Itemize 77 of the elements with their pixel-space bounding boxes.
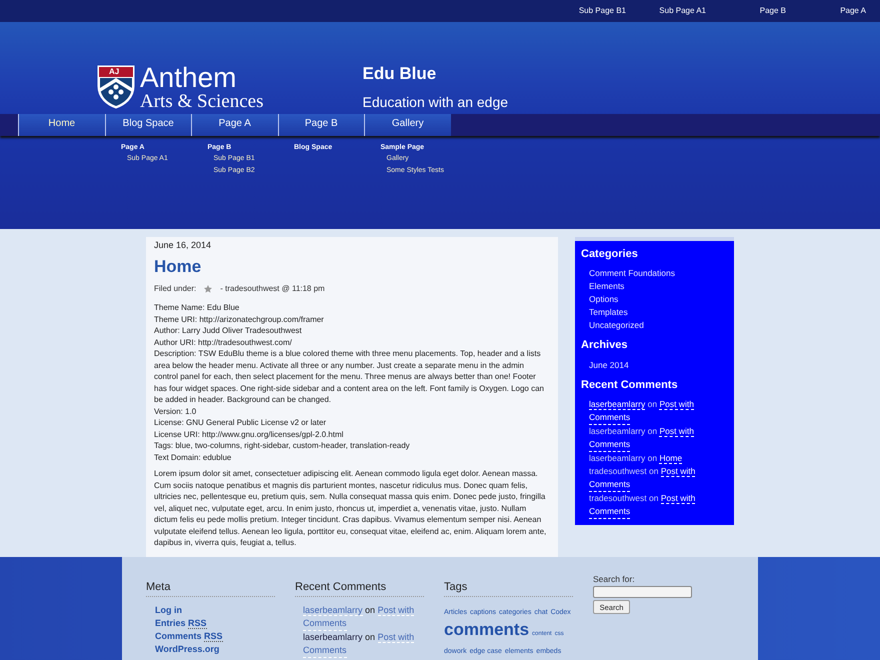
top-menu-link[interactable]: Sub Page A1 (626, 4, 706, 17)
post-date: June 16, 2014 (154, 238, 212, 252)
post-link[interactable]: Comments (589, 505, 630, 519)
category-link[interactable]: Uncategorized (589, 319, 728, 332)
footer-heading: Recent Comments (295, 578, 424, 597)
theme-info-line: Author: Larry Judd Oliver Tradesouthwest (154, 325, 303, 336)
category-link[interactable]: Comment Foundations (589, 267, 728, 280)
meta-link[interactable]: Log in (155, 604, 275, 617)
category-link[interactable]: Options (589, 293, 728, 306)
star-icon (204, 285, 212, 293)
theme-info-line: License URI: http://www.gnu.org/licenses/gpl-2.0.html (154, 428, 344, 440)
post-link[interactable]: Comments (589, 438, 630, 452)
on-text: on (648, 453, 658, 463)
post-meta: - tradesouthwest @ 11:18 pm (220, 283, 325, 295)
post-link[interactable]: Comments (589, 411, 630, 425)
footer-heading: Meta (146, 578, 275, 597)
post-link[interactable]: Post with (378, 632, 414, 643)
author-link[interactable]: tradesouthwest (589, 493, 647, 503)
post-link[interactable]: Comments (303, 644, 347, 658)
logo-badge-text: AJ (109, 66, 120, 77)
site-title: Edu Blue (362, 64, 438, 84)
post-link[interactable]: Post with (660, 466, 696, 477)
author-link[interactable]: laserbeamlarry (303, 605, 363, 616)
author-link[interactable]: laserbeamlarry (589, 399, 646, 410)
category-link[interactable]: Elements (589, 280, 728, 293)
theme-info-line: Version: 1.0 (154, 406, 198, 417)
nav-tab[interactable]: Home (18, 114, 104, 136)
logo-title: Anthem (140, 64, 238, 92)
theme-info-line: Theme Name: Edu Blue (154, 302, 240, 314)
shield-logo-icon (96, 64, 136, 110)
sidebar-heading: Recent Comments (581, 378, 679, 392)
site-tagline: Education with an edge (362, 92, 508, 112)
search-label: Search for: (593, 572, 636, 586)
on-text: on (648, 426, 658, 436)
author-link[interactable]: laserbeamlarry (303, 632, 363, 642)
nav-tab[interactable]: Page B (278, 114, 364, 136)
post-link[interactable]: Post with (659, 426, 694, 437)
top-menu-link[interactable]: Page A (786, 4, 866, 17)
filed-under-label: Filed under: (154, 283, 196, 295)
search-field[interactable] (593, 586, 692, 598)
on-text: on (365, 605, 376, 615)
archive-link[interactable]: June 2014 (589, 358, 728, 372)
meta-link[interactable]: WordPress.org (155, 643, 275, 656)
top-menu-link[interactable]: Page B (706, 4, 786, 17)
nav-tab[interactable]: Gallery (364, 114, 450, 136)
top-menu-link[interactable]: Sub Page B1 (546, 4, 626, 17)
theme-info-line: Theme URI: http://arizonatechgroup.com/framer (154, 314, 325, 325)
theme-info-line: Text Domain: edublue (154, 452, 232, 463)
theme-info-line: License: GNU General Public License v2 or later (154, 417, 328, 428)
author-link[interactable]: laserbeamlarry (589, 453, 646, 463)
nav-tab[interactable]: Page A (191, 114, 278, 136)
post-title: Home (154, 257, 202, 277)
post-link[interactable]: Post with (659, 399, 694, 410)
post-link[interactable]: Home (659, 453, 682, 464)
footer-heading: Tags (444, 578, 573, 597)
meta-link[interactable]: Comments RSS (155, 630, 275, 643)
author-link[interactable]: tradesouthwest (589, 466, 647, 476)
category-link[interactable]: Templates (589, 306, 728, 319)
sidebar-heading: Categories (581, 246, 639, 262)
theme-info-line: Tags: blue, two-columns, right-sidebar, custom-header, translation-ready (154, 440, 411, 452)
logo-subtitle: Arts & Sciences (140, 92, 264, 112)
theme-info-line: Description: TSW EduBlu theme is a blue colored theme with three menu placements. Top, header and a lists area below the header menu. Activate all three or any number. Just create a separate menu in the admin control panel for each, then select placement for the menu. Three menus are always better than one! Footer has four widget spaces. One right-side sidebar and a content area on the left. Font family is Oxygen. Logo can be added in header. Background can be changed. (154, 348, 545, 406)
on-text: on (649, 466, 658, 476)
post-paragraph: Lorem ipsum dolor sit amet, consectetuer adipiscing elit. Aenean commodo ligula eget dolor. Aenean massa. Cum sociis natoque penatibus et magnis dis parturient montes, nascetur ridiculus mus. Donec quam felis, ultricies nec, pellentesque eu, pretium quis, sem. Nulla consequat massa quis enim. Donec pede justo, fringilla vel, aliquet nec, vulputate eget, arcu. In enim justo, rhoncus ut, imperdiet a, venenatis vitae, justo. Nullam dictum felis eu pede mollis pretium. Integer tincidunt. Cras dapibus. Vivamus elementum semper nisi. Aenean vulputate eleifend tellus. Aenean leo ligula, porttitor eu, consequat vitae, eleifend ac, enim. Aliquam lorem ante, dapibus in, viverra quis, feugiat a, tellus. (154, 468, 548, 548)
post-link[interactable]: Comments (589, 478, 630, 492)
author-link[interactable]: laserbeamlarry (589, 426, 646, 436)
on-text: on (648, 399, 658, 409)
on-text: on (649, 493, 658, 503)
post-link[interactable]: Post with (660, 493, 696, 504)
theme-info-line: Author URI: http://tradesouthwest.com/ (154, 336, 293, 348)
post-link[interactable]: Post with (378, 605, 414, 616)
sidebar-heading: Archives (581, 338, 628, 353)
nav-tab[interactable]: Blog Space (104, 114, 191, 136)
on-text: on (365, 632, 376, 642)
tag-link[interactable]: comments (444, 621, 530, 638)
meta-link[interactable]: Entries RSS (155, 617, 275, 630)
post-link[interactable]: Comments (303, 617, 347, 631)
